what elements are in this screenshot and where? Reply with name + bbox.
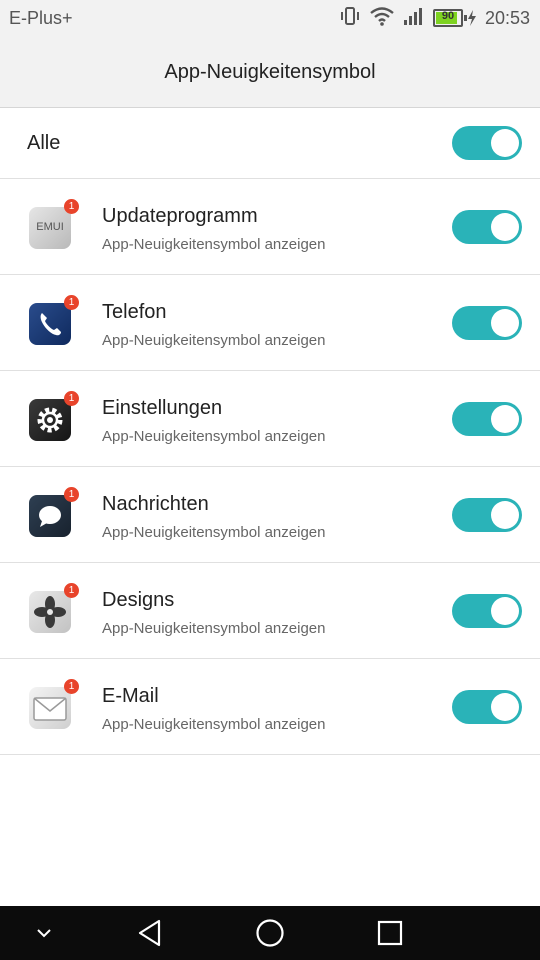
emui-icon-text: EMUI xyxy=(36,221,64,233)
toggle-knob xyxy=(491,129,519,157)
all-apps-label: Alle xyxy=(27,132,61,154)
settings-list: Alle EMUI 1 Updateprogramm App-Neuigkeit… xyxy=(0,108,540,755)
notification-badge: 1 xyxy=(64,583,79,598)
toggle-knob xyxy=(491,405,519,433)
notification-badge: 1 xyxy=(64,199,79,214)
clock: 20:53 xyxy=(484,7,530,28)
status-icons: 90 20:53 xyxy=(339,6,530,30)
app-subtitle: App-Neuigkeitensymbol anzeigen xyxy=(102,236,326,253)
app-name: Nachrichten xyxy=(102,493,209,515)
toggle-knob xyxy=(491,693,519,721)
all-apps-row[interactable]: Alle xyxy=(0,108,540,179)
app-subtitle: App-Neuigkeitensymbol anzeigen xyxy=(102,620,326,637)
phone-icon: 1 xyxy=(29,295,79,345)
toggle-knob xyxy=(491,309,519,337)
toggle-email[interactable] xyxy=(452,690,522,724)
toolbar: App-Neuigkeitensymbol xyxy=(0,36,540,108)
app-subtitle: App-Neuigkeitensymbol anzeigen xyxy=(102,428,326,445)
themes-icon: 1 xyxy=(29,583,79,633)
app-subtitle: App-Neuigkeitensymbol anzeigen xyxy=(102,332,326,349)
recents-icon[interactable] xyxy=(370,906,410,960)
toggle-knob xyxy=(491,597,519,625)
carrier-name: E-Plus+ xyxy=(9,8,73,28)
toggle-updateprogramm[interactable] xyxy=(452,210,522,244)
list-item-einstellungen[interactable]: 1 Einstellungen App-Neuigkeitensymbol an… xyxy=(0,371,540,467)
list-item-telefon[interactable]: 1 Telefon App-Neuigkeitensymbol anzeigen xyxy=(0,275,540,371)
signal-icon xyxy=(403,6,425,31)
toggle-knob xyxy=(491,501,519,529)
charging-icon xyxy=(467,10,476,26)
app-name: Updateprogramm xyxy=(102,205,258,227)
notification-badge: 1 xyxy=(64,391,79,406)
email-icon: 1 xyxy=(29,679,79,729)
toggle-telefon[interactable] xyxy=(452,306,522,340)
home-icon[interactable] xyxy=(250,906,290,960)
vibrate-icon xyxy=(339,6,361,31)
notification-badge: 1 xyxy=(64,487,79,502)
list-item-updateprogramm[interactable]: EMUI 1 Updateprogramm App-Neuigkeitensym… xyxy=(0,179,540,275)
app-name: Designs xyxy=(102,589,175,611)
chevron-down-icon[interactable] xyxy=(24,906,64,960)
emui-updater-icon: EMUI 1 xyxy=(29,199,79,249)
all-apps-toggle[interactable] xyxy=(452,126,522,160)
notification-badge: 1 xyxy=(64,679,79,694)
app-subtitle: App-Neuigkeitensymbol anzeigen xyxy=(102,716,326,733)
navigation-bar xyxy=(0,906,540,960)
back-icon[interactable] xyxy=(130,906,170,960)
toggle-designs[interactable] xyxy=(452,594,522,628)
status-bar: E-Plus+ 90 20:53 xyxy=(0,0,540,36)
battery-icon: 90 xyxy=(432,9,477,27)
app-name: Einstellungen xyxy=(102,397,223,419)
toggle-knob xyxy=(491,213,519,241)
notification-badge: 1 xyxy=(64,295,79,310)
page-title: App-Neuigkeitensymbol xyxy=(164,61,376,83)
list-item-nachrichten[interactable]: 1 Nachrichten App-Neuigkeitensymbol anze… xyxy=(0,467,540,563)
app-subtitle: App-Neuigkeitensymbol anzeigen xyxy=(102,524,326,541)
battery-level: 90 xyxy=(441,10,455,22)
messages-icon: 1 xyxy=(29,487,79,537)
wifi-icon xyxy=(369,6,395,31)
app-name: E-Mail xyxy=(102,685,159,707)
settings-gear-icon: 1 xyxy=(29,391,79,441)
list-item-designs[interactable]: 1 Designs App-Neuigkeitensymbol anzeigen xyxy=(0,563,540,659)
toggle-nachrichten[interactable] xyxy=(452,498,522,532)
app-name: Telefon xyxy=(102,301,167,323)
list-item-email[interactable]: 1 E-Mail App-Neuigkeitensymbol anzeigen xyxy=(0,659,540,755)
toggle-einstellungen[interactable] xyxy=(452,402,522,436)
